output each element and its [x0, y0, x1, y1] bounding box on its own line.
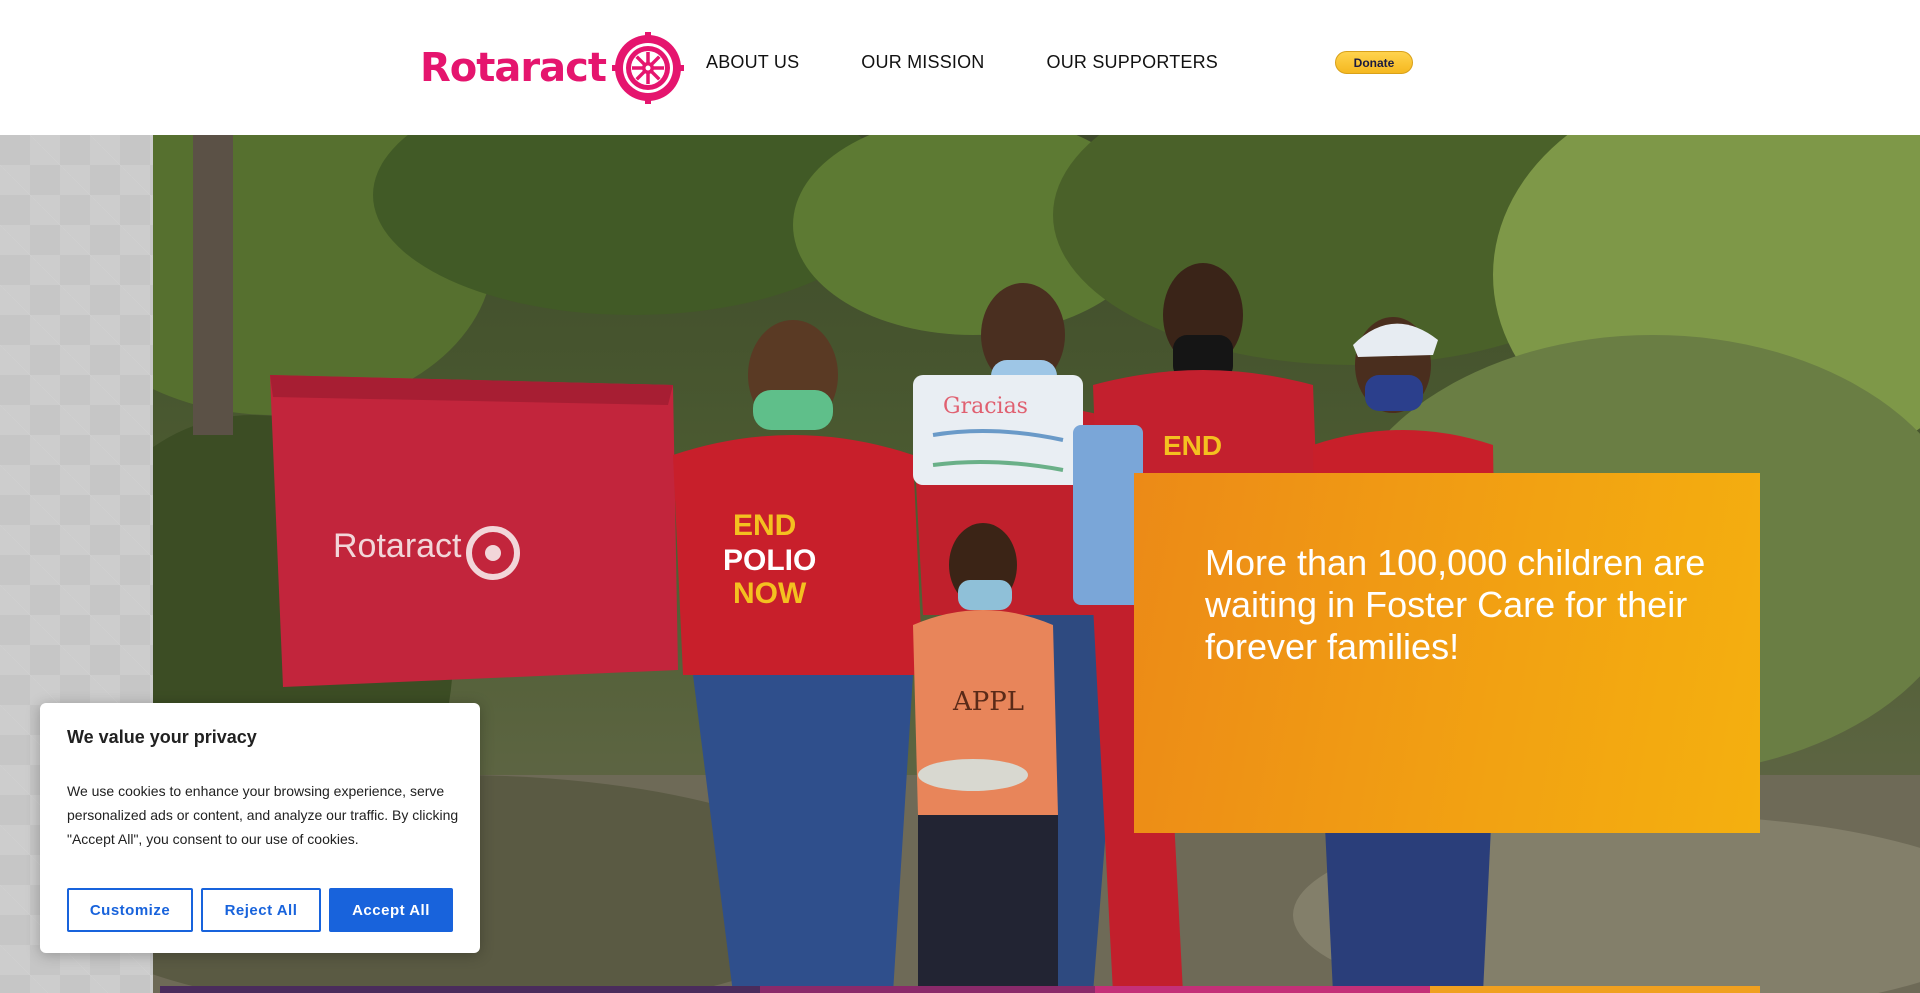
color-strip [160, 986, 1760, 993]
svg-text:POLIO: POLIO [723, 544, 816, 577]
svg-text:NOW: NOW [733, 577, 807, 610]
reject-all-button[interactable]: Reject All [201, 888, 321, 932]
svg-text:END: END [733, 509, 796, 542]
cookie-title: We value your privacy [67, 727, 257, 747]
promo-banner: More than 100,000 children are waiting i… [1134, 473, 1760, 833]
flag-text: Rotaract [333, 527, 462, 565]
customize-button[interactable]: Customize [67, 888, 193, 932]
svg-text:APPL: APPL [952, 687, 1024, 717]
cookie-body: We use cookies to enhance your browsing … [67, 783, 459, 847]
accept-all-button[interactable]: Accept All [329, 888, 453, 932]
rotary-wheel-icon [611, 32, 684, 104]
main-nav: ABOUT US OUR MISSION OUR SUPPORTERS [706, 52, 1218, 73]
svg-text:END: END [1163, 430, 1222, 461]
sign-text: Gracias [943, 394, 1028, 419]
cookie-consent-banner: We value your privacy We use cookies to … [40, 703, 480, 953]
rotaract-logo[interactable]: Rotaract [420, 30, 684, 106]
promo-headline: More than 100,000 children are waiting i… [1205, 542, 1706, 667]
site-header: Rotaract ABOUT US OUR MISSION OUR SUPPOR… [0, 0, 1920, 135]
nav-our-mission[interactable]: OUR MISSION [861, 52, 984, 73]
nav-about-us[interactable]: ABOUT US [706, 52, 799, 73]
donate-button[interactable]: Donate [1335, 51, 1413, 74]
logo-text: Rotaract [420, 45, 607, 91]
nav-our-supporters[interactable]: OUR SUPPORTERS [1047, 52, 1219, 73]
